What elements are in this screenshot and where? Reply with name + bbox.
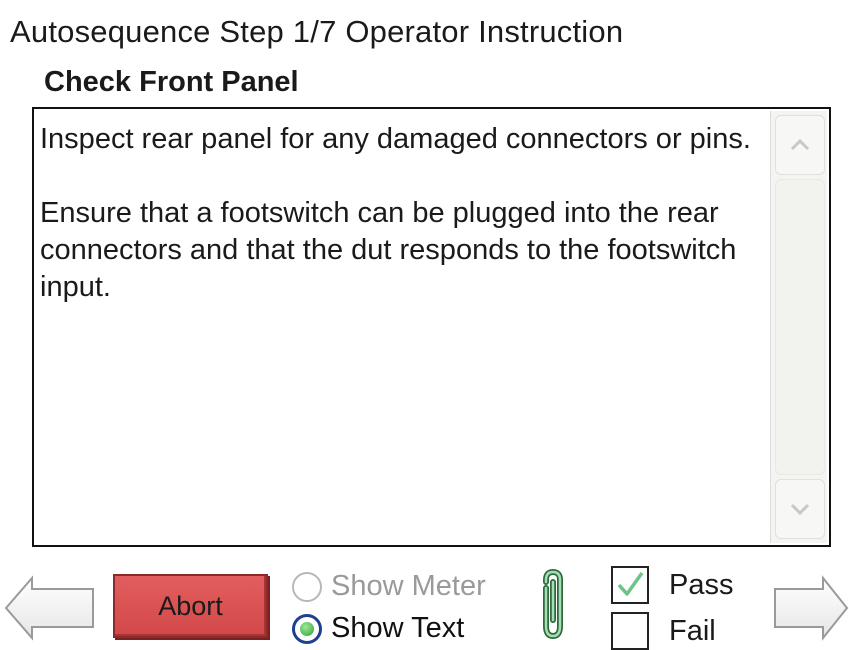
- scroll-track[interactable]: [775, 179, 825, 475]
- checkbox-box: [611, 612, 649, 650]
- instruction-text: Inspect rear panel for any damaged conne…: [40, 121, 769, 343]
- instruction-textbox[interactable]: Inspect rear panel for any damaged conne…: [32, 107, 831, 547]
- previous-step-button[interactable]: [4, 575, 96, 646]
- abort-button-label: Abort: [158, 590, 223, 621]
- fail-checkbox[interactable]: Fail: [611, 612, 716, 650]
- radio-selected-icon: [292, 613, 322, 644]
- arrow-left-icon: [4, 575, 94, 641]
- checkmark-icon: [617, 571, 644, 596]
- chevron-up-icon: [790, 138, 810, 151]
- show-meter-label: Show Meter: [331, 570, 486, 602]
- instruction-paragraph: Inspect rear panel for any damaged conne…: [40, 123, 751, 155]
- show-text-label: Show Text: [331, 612, 465, 644]
- step-title: Check Front Panel: [44, 66, 299, 98]
- radio-unselected-icon: [292, 571, 322, 602]
- arrow-right-icon: [774, 575, 849, 641]
- paperclip-icon: [543, 568, 563, 640]
- fail-label: Fail: [669, 614, 716, 647]
- chevron-down-icon: [790, 503, 810, 516]
- window-title: Autosequence Step 1/7 Operator Instructi…: [10, 14, 624, 49]
- show-meter-radio[interactable]: Show Meter: [292, 570, 486, 603]
- abort-button[interactable]: Abort: [113, 574, 268, 638]
- scroll-up-button[interactable]: [775, 115, 825, 175]
- attachment-button[interactable]: [536, 568, 570, 647]
- pass-label: Pass: [669, 568, 734, 601]
- instruction-paragraph: Ensure that a footswitch can be plugged …: [40, 197, 737, 303]
- checkbox-box: [611, 566, 649, 604]
- show-text-radio[interactable]: Show Text: [292, 612, 464, 645]
- scroll-down-button[interactable]: [775, 479, 825, 539]
- vertical-scrollbar[interactable]: [770, 111, 827, 543]
- pass-checkbox[interactable]: Pass: [611, 566, 733, 604]
- next-step-button[interactable]: [773, 575, 849, 646]
